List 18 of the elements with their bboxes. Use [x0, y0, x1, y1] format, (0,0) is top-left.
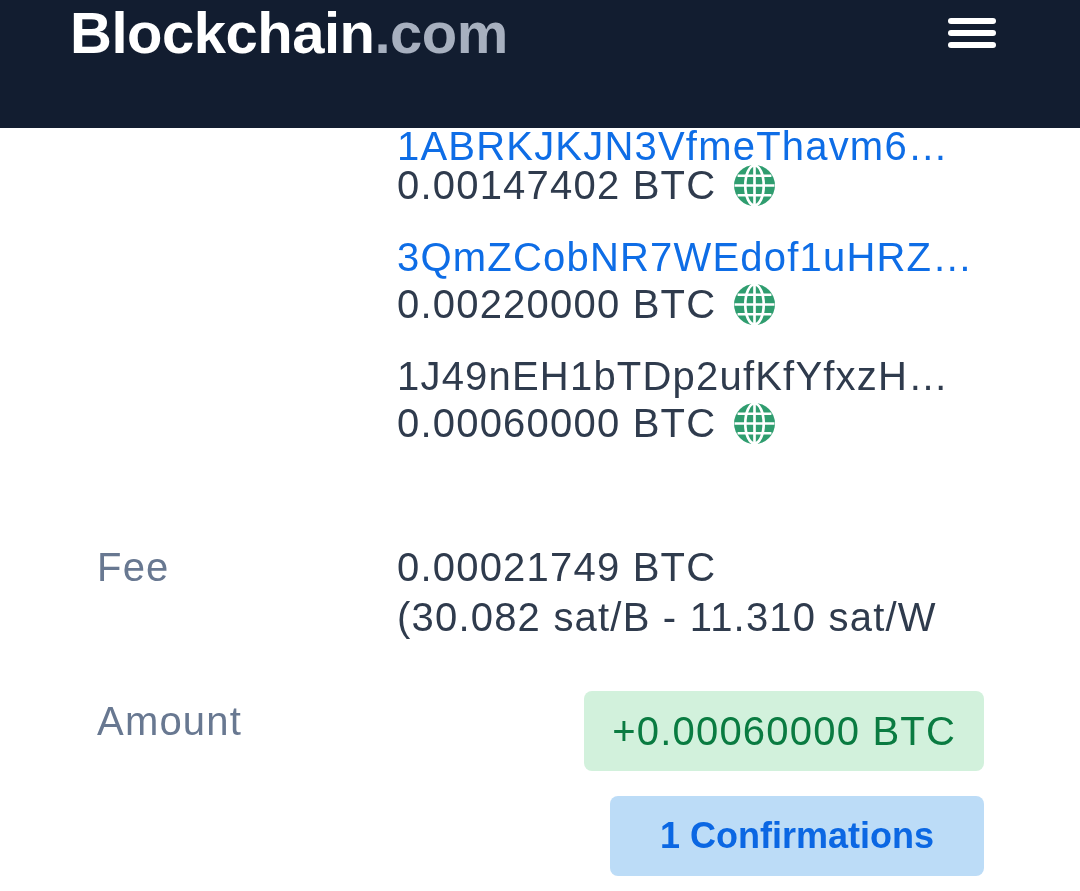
menu-button[interactable] [948, 18, 996, 48]
fee-value: 0.00021749 BTC [397, 544, 717, 591]
address-text: 1J49nEH1bTDp2ufKfYfxzH… [397, 353, 950, 400]
amount-label: Amount [97, 698, 243, 745]
address-link[interactable]: 1ABRKJKJN3VfmeThavm6… [397, 129, 950, 163]
globe-icon [734, 164, 776, 206]
fee-label: Fee [97, 544, 170, 591]
confirmations-badge: 1 Confirmations [609, 796, 984, 876]
fee-rate: (30.082 sat/B - 11.310 sat/W [397, 594, 937, 641]
output-amount: 0.00220000 BTC [397, 281, 717, 328]
menu-icon [948, 18, 996, 48]
globe-icon [734, 402, 776, 444]
globe-icon [734, 283, 776, 325]
output-amount: 0.00147402 BTC [397, 162, 717, 209]
output-amount: 0.00060000 BTC [397, 400, 717, 447]
logo[interactable]: Blockchain.com [70, 4, 508, 62]
amount-badge: +0.00060000 BTC [584, 691, 984, 771]
address-link[interactable]: 3QmZCobNR7WEdof1uHRZ… [397, 232, 974, 282]
